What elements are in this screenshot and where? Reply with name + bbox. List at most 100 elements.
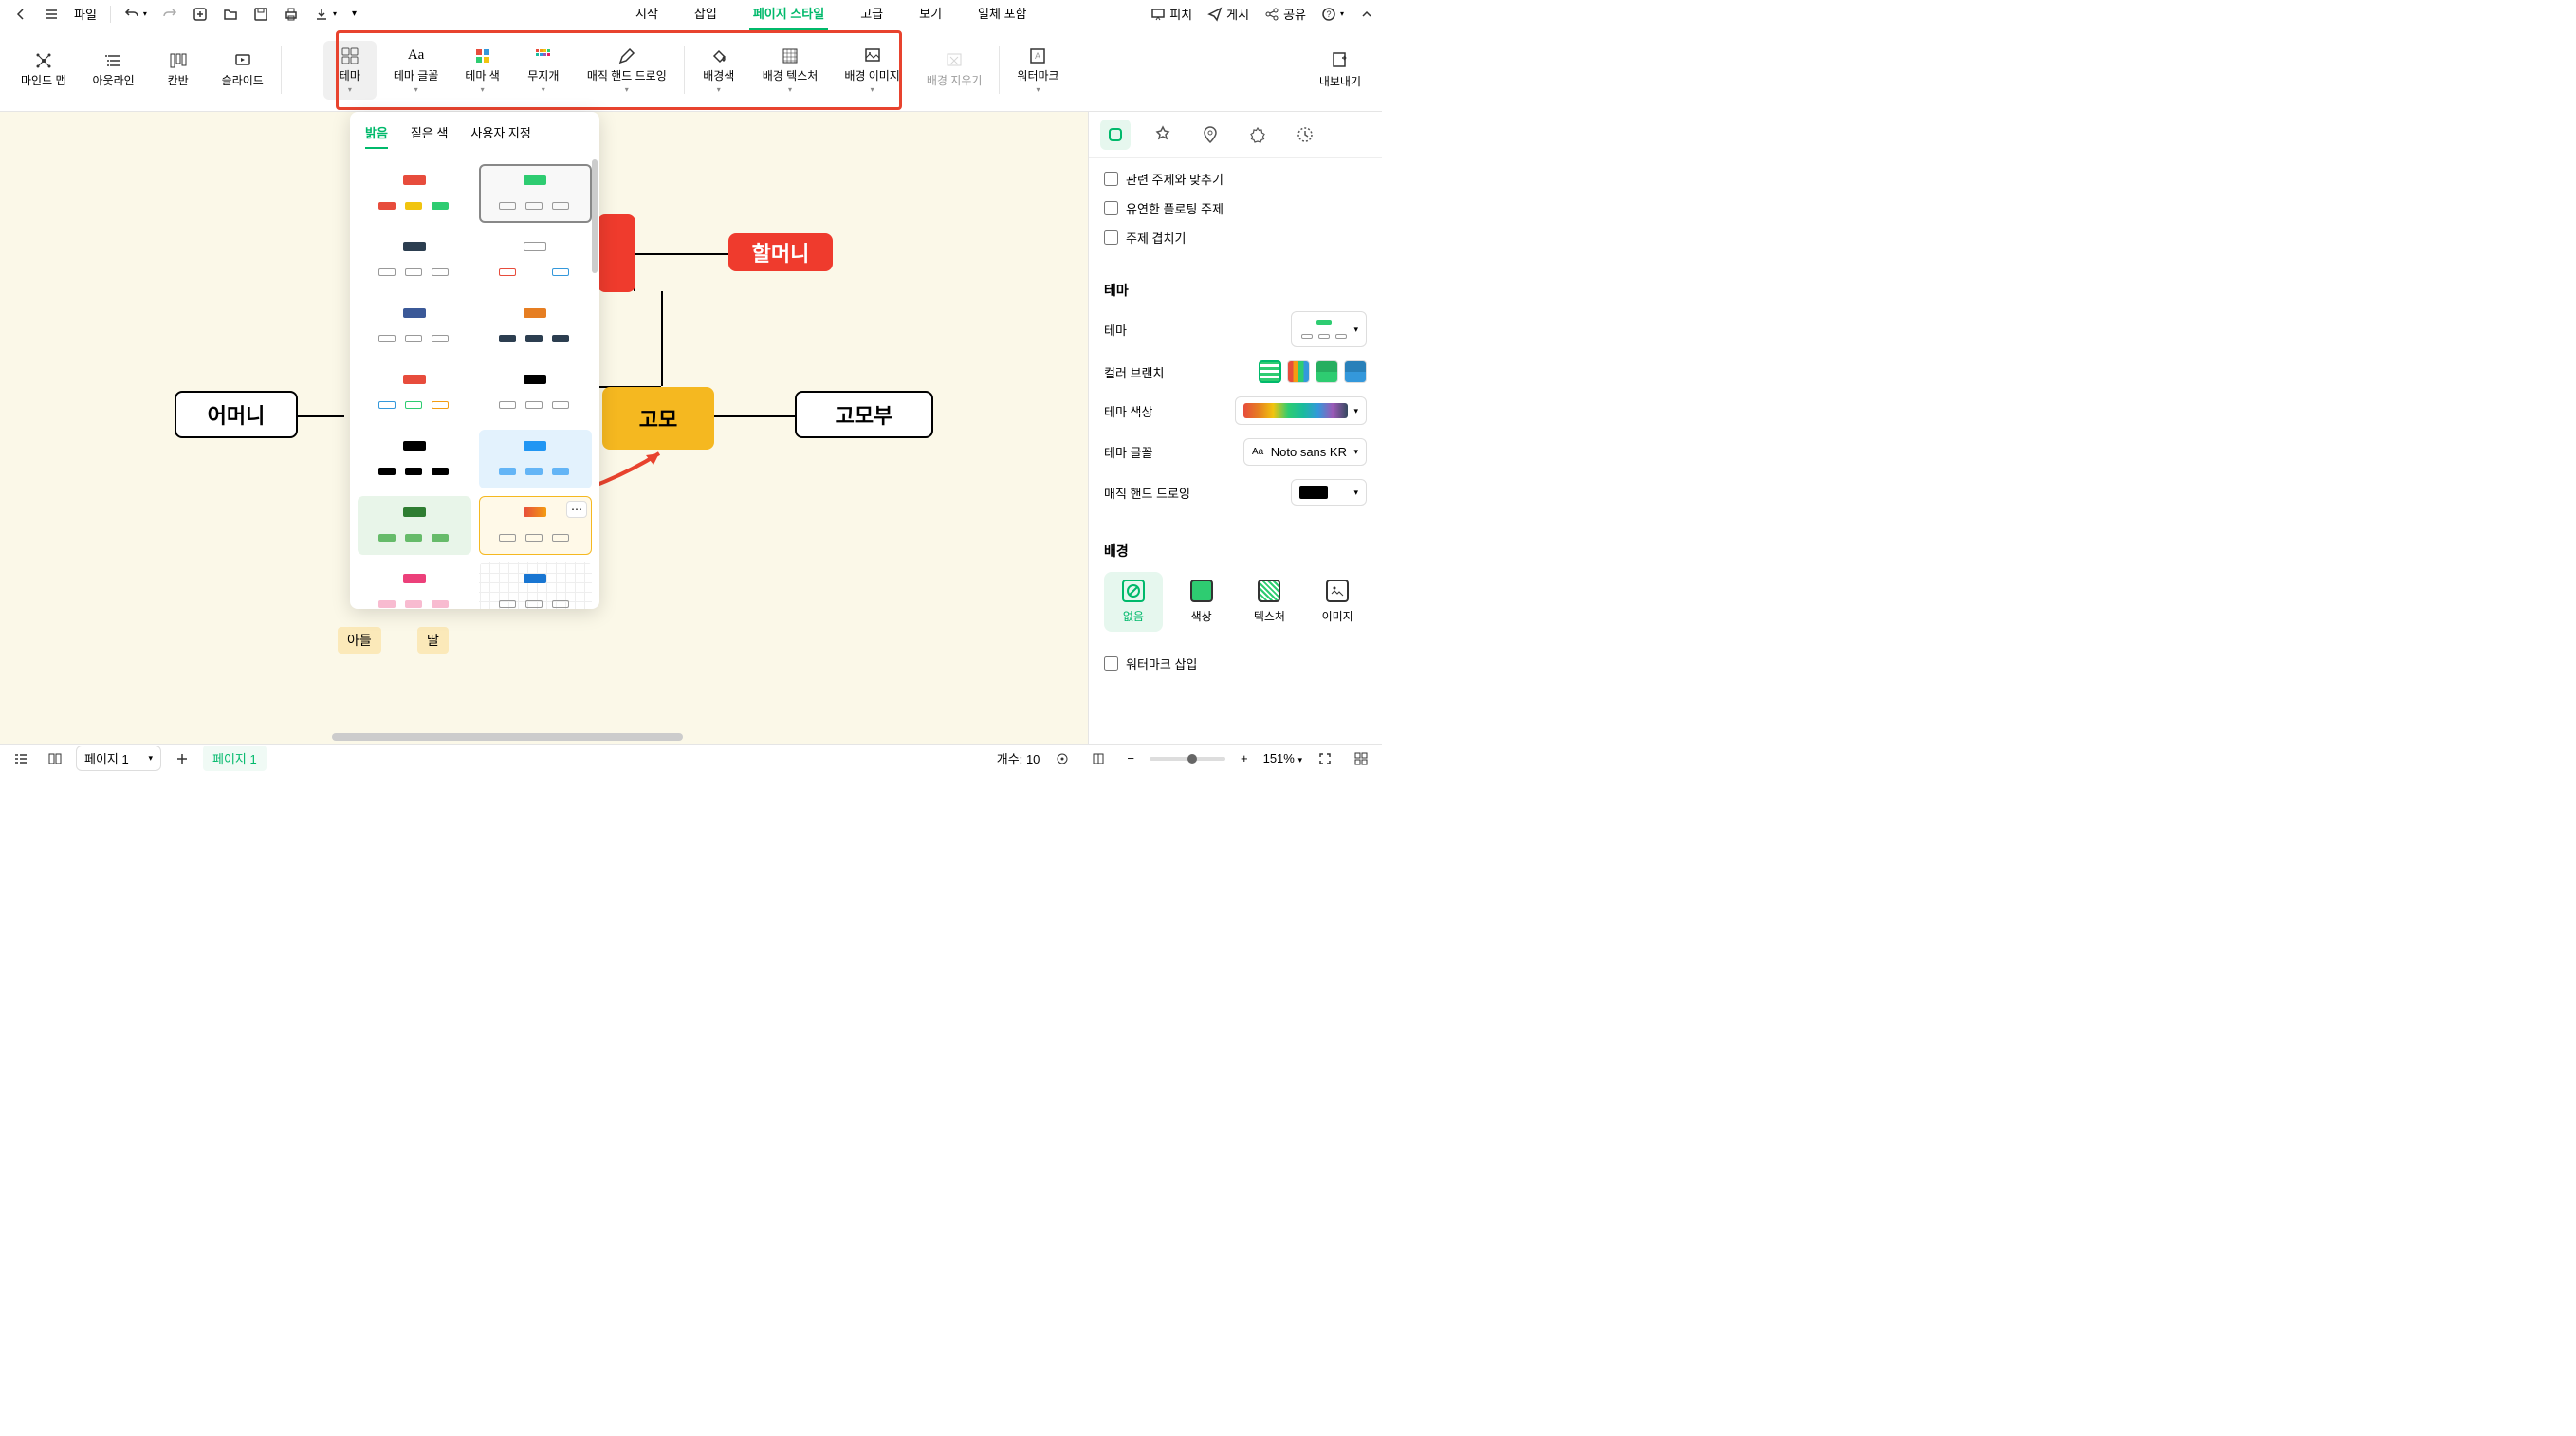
theme-font-select[interactable]: AaNoto sans KR▾: [1243, 438, 1367, 466]
rp-tab-settings[interactable]: [1242, 120, 1273, 150]
rp-tab-style[interactable]: [1100, 120, 1131, 150]
bg-color-button[interactable]: 배경색 ▾: [692, 41, 745, 100]
bg-color[interactable]: 색상: [1172, 572, 1231, 632]
share-button[interactable]: 공유: [1264, 5, 1306, 23]
theme-preview-select[interactable]: ▾: [1291, 311, 1367, 347]
scrollbar[interactable]: [592, 159, 598, 273]
view-kanban[interactable]: 칸반: [152, 46, 205, 94]
theme-button[interactable]: 테마 ▾: [323, 41, 377, 100]
node-daughter[interactable]: 딸: [417, 627, 449, 654]
swatch[interactable]: [1259, 360, 1281, 383]
view-mindmap[interactable]: 마인드 맵: [11, 46, 76, 94]
view-outline[interactable]: 아웃라인: [83, 46, 144, 94]
redo-button[interactable]: [156, 3, 183, 26]
checkbox[interactable]: [1104, 230, 1118, 245]
swatch[interactable]: [1316, 360, 1338, 383]
back-button[interactable]: [8, 3, 34, 26]
sb-panel-button[interactable]: [42, 748, 68, 769]
tab-all-inclusive[interactable]: 일체 포함: [974, 0, 1030, 30]
node-red-block[interactable]: [598, 214, 635, 292]
theme-item[interactable]: [358, 297, 471, 356]
node-uncle[interactable]: 고모부: [795, 391, 933, 438]
theme-tab-custom[interactable]: 사용자 지정: [470, 123, 530, 149]
theme-item[interactable]: [358, 562, 471, 609]
checkbox[interactable]: [1104, 201, 1118, 215]
theme-item[interactable]: [479, 562, 593, 609]
sb-book-button[interactable]: [1085, 748, 1112, 769]
theme-item[interactable]: [358, 363, 471, 422]
export-button[interactable]: 내보내기: [1310, 45, 1371, 95]
bg-texture[interactable]: 텍스처: [1241, 572, 1299, 632]
theme-item[interactable]: [358, 164, 471, 223]
node-aunt[interactable]: 고모: [602, 387, 714, 450]
theme-item-selected[interactable]: [479, 164, 593, 223]
checkbox[interactable]: [1104, 656, 1118, 671]
theme-item[interactable]: [479, 230, 593, 289]
open-button[interactable]: [217, 3, 244, 26]
theme-tab-dark[interactable]: 짙은 색: [411, 123, 449, 149]
tab-page-style[interactable]: 페이지 스타일: [749, 0, 828, 30]
bg-texture-button[interactable]: 배경 텍스처 ▾: [753, 41, 828, 100]
export-dropdown[interactable]: ▾: [308, 3, 342, 26]
zoom-slider[interactable]: [1150, 757, 1225, 761]
rp-tab-location[interactable]: [1195, 120, 1225, 150]
save-button[interactable]: [248, 3, 274, 26]
bg-image[interactable]: 이미지: [1308, 572, 1367, 632]
check-flexible-floating[interactable]: 유연한 플로팅 주제: [1104, 199, 1367, 217]
file-menu[interactable]: 파일: [68, 1, 102, 27]
tab-advanced[interactable]: 고급: [856, 0, 887, 30]
tab-view[interactable]: 보기: [915, 0, 946, 30]
collapse-ribbon-button[interactable]: [1359, 7, 1374, 22]
pitch-button[interactable]: 피치: [1150, 5, 1192, 23]
theme-font-button[interactable]: Aa 테마 글꼴 ▾: [384, 41, 449, 100]
swatch[interactable]: [1344, 360, 1367, 383]
tab-insert[interactable]: 삽입: [690, 0, 721, 30]
checkbox[interactable]: [1104, 172, 1118, 186]
fullscreen-button[interactable]: [1312, 748, 1338, 769]
theme-item[interactable]: [358, 230, 471, 289]
zoom-out-button[interactable]: −: [1121, 748, 1140, 768]
zoom-in-button[interactable]: +: [1235, 748, 1254, 768]
node-mother[interactable]: 어머니: [175, 391, 298, 438]
node-son[interactable]: 아들: [338, 627, 381, 654]
sb-list-button[interactable]: [8, 748, 34, 769]
magic-hand-select[interactable]: ▾: [1291, 479, 1367, 506]
check-insert-watermark[interactable]: 워터마크 삽입: [1104, 654, 1367, 672]
theme-color-select[interactable]: ▾: [1235, 396, 1367, 425]
sb-target-button[interactable]: [1049, 748, 1076, 769]
node-grandmother[interactable]: 할머니: [728, 233, 833, 271]
watermark-button[interactable]: A 워터마크 ▾: [1007, 41, 1068, 100]
theme-item[interactable]: [479, 363, 593, 422]
theme-color-button[interactable]: 테마 색 ▾: [455, 41, 508, 100]
magic-hand-button[interactable]: 매직 핸드 드로잉 ▾: [578, 41, 676, 100]
publish-button[interactable]: 게시: [1207, 5, 1249, 23]
bg-image-button[interactable]: 배경 이미지 ▾: [835, 41, 910, 100]
more-icon[interactable]: ⋯: [566, 501, 587, 518]
theme-item[interactable]: [358, 430, 471, 488]
swatch[interactable]: [1287, 360, 1310, 383]
help-button[interactable]: ?▾: [1321, 7, 1344, 22]
theme-item[interactable]: [479, 430, 593, 488]
rp-tab-timer[interactable]: [1290, 120, 1320, 150]
view-slides[interactable]: 슬라이드: [212, 46, 273, 94]
rainbow-button[interactable]: 무지개 ▾: [517, 41, 570, 100]
zoom-knob[interactable]: [1187, 754, 1197, 764]
menu-button[interactable]: [38, 3, 64, 26]
theme-tab-light[interactable]: 밝음: [365, 123, 388, 149]
theme-item-hover[interactable]: ⋯: [479, 496, 593, 555]
check-align-related[interactable]: 관련 주제와 맞추기: [1104, 170, 1367, 188]
undo-button[interactable]: ▾: [119, 3, 153, 26]
add-page-button[interactable]: [169, 748, 195, 769]
collapse-panel-button[interactable]: ›: [1088, 116, 1089, 154]
print-button[interactable]: [278, 3, 304, 26]
rp-tab-ai[interactable]: [1148, 120, 1178, 150]
zoom-value[interactable]: 151% ▾: [1263, 751, 1302, 765]
more-button[interactable]: ▾: [346, 5, 362, 23]
page-dropdown[interactable]: 페이지 1▾: [76, 746, 161, 771]
sb-more-button[interactable]: [1348, 748, 1374, 769]
horizontal-scrollbar[interactable]: [332, 733, 683, 741]
tab-start[interactable]: 시작: [632, 0, 662, 30]
page-tab[interactable]: 페이지 1: [203, 746, 267, 771]
check-overlap-topics[interactable]: 주제 겹치기: [1104, 229, 1367, 247]
new-button[interactable]: [187, 3, 213, 26]
